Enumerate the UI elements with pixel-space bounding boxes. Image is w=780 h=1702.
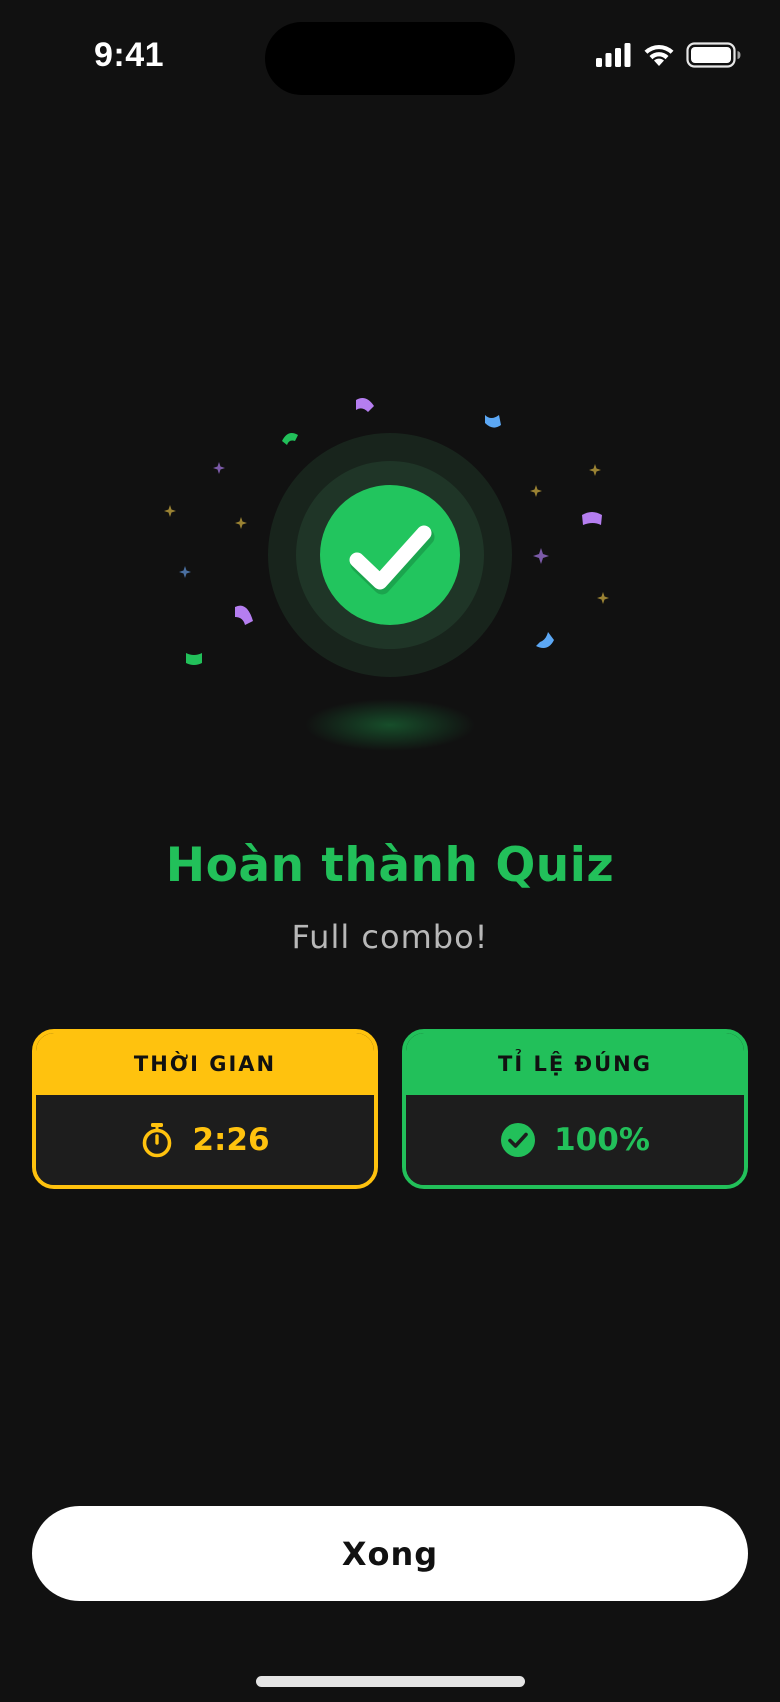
done-button[interactable]: Xong <box>32 1506 748 1601</box>
dynamic-island <box>265 22 515 95</box>
time-stat-value: 2:26 <box>192 1122 270 1158</box>
time-stat-card: THỜI GIAN 2:26 <box>32 1029 378 1189</box>
success-illustration <box>140 380 640 760</box>
result-subtitle: Full combo! <box>291 918 489 956</box>
accuracy-stat-card: TỈ LỆ ĐÚNG 100% <box>402 1029 748 1189</box>
accuracy-stat-value: 100% <box>554 1122 650 1158</box>
success-circle <box>320 485 460 625</box>
battery-icon <box>686 42 742 68</box>
cellular-signal-icon <box>596 43 632 67</box>
status-icons <box>596 42 742 68</box>
home-indicator <box>256 1676 525 1687</box>
stopwatch-icon <box>140 1122 174 1158</box>
accuracy-stat-body: 100% <box>406 1095 744 1185</box>
result-title: Hoàn thành Quiz <box>165 838 615 893</box>
glow-shadow <box>305 699 475 751</box>
time-stat-label: THỜI GIAN <box>36 1033 374 1095</box>
accuracy-stat-label: TỈ LỆ ĐÚNG <box>406 1033 744 1095</box>
status-time: 9:41 <box>94 36 165 74</box>
wifi-icon <box>642 42 676 68</box>
time-stat-body: 2:26 <box>36 1095 374 1185</box>
check-circle-icon <box>500 1122 536 1158</box>
status-bar: 9:41 <box>0 0 780 120</box>
